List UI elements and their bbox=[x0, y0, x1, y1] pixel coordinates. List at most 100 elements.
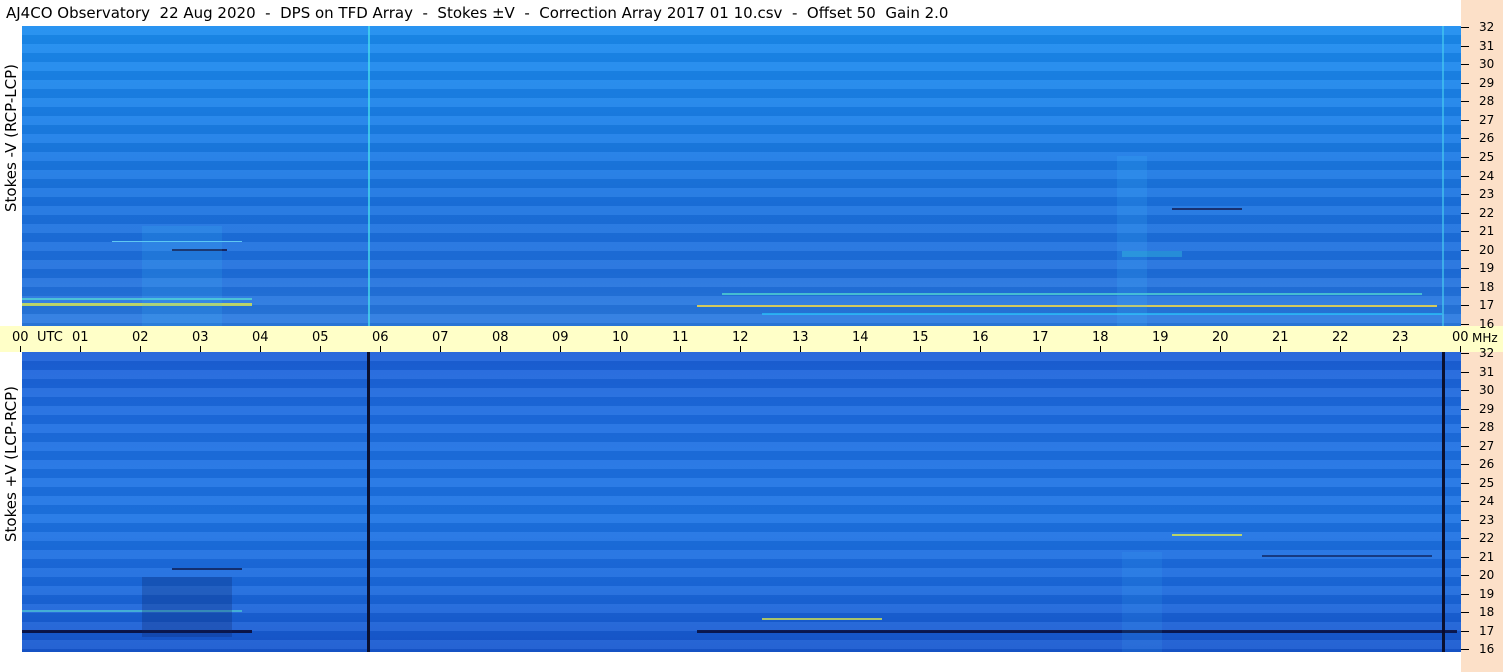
freq-tick-mark bbox=[1461, 268, 1469, 270]
utc-tick-label: 00 bbox=[1452, 330, 1469, 345]
utc-tick-mark bbox=[560, 346, 561, 352]
freq-tick-mark bbox=[1461, 612, 1469, 613]
freq-tick-mark bbox=[1461, 101, 1469, 103]
freq-tick-mark bbox=[1461, 575, 1469, 576]
freq-tick-mark bbox=[1461, 64, 1469, 66]
freq-tick-mark bbox=[1461, 630, 1469, 632]
freq-tick-mark bbox=[1461, 427, 1469, 428]
freq-tick-label: 32 bbox=[1479, 20, 1495, 34]
freq-tick-mark bbox=[1461, 390, 1469, 391]
freq-tick-label: 21 bbox=[1479, 224, 1495, 239]
spectrogram-top bbox=[22, 26, 1461, 326]
freq-tick-label: 23 bbox=[1479, 187, 1495, 202]
freq-tick-mark bbox=[1461, 324, 1469, 325]
freq-axis-bottom: 32 31 30 29 28 27 26 25 24 23 22 21 20 19 18 17 16 bbox=[1461, 346, 1503, 672]
utc-unit-label: UTC bbox=[37, 330, 63, 345]
freq-tick-label: 16 bbox=[1479, 317, 1495, 331]
utc-tick-mark bbox=[1340, 346, 1341, 352]
freq-tick-label: 26 bbox=[1479, 457, 1495, 471]
utc-tick-label: 13 bbox=[792, 330, 809, 345]
freq-tick-mark bbox=[1461, 519, 1469, 521]
spectrogram-top-features bbox=[22, 26, 1444, 326]
freq-tick-mark bbox=[1461, 175, 1469, 177]
freq-tick-mark bbox=[1461, 649, 1469, 650]
vertical-line-bottom bbox=[367, 352, 370, 652]
freq-tick-label: 30 bbox=[1479, 383, 1495, 397]
freq-tick-label: 22 bbox=[1479, 531, 1495, 545]
utc-tick-mark bbox=[800, 346, 801, 352]
freq-tick-label: 28 bbox=[1479, 94, 1495, 109]
freq-tick-label: 32 bbox=[1479, 346, 1495, 360]
freq-tick-label: 20 bbox=[1479, 242, 1495, 257]
utc-tick-label: 07 bbox=[432, 330, 449, 345]
freq-tick-label: 26 bbox=[1479, 131, 1495, 146]
vertical-line-bottom-right bbox=[1442, 352, 1445, 652]
utc-tick-label: 05 bbox=[312, 330, 329, 345]
utc-tick-mark bbox=[620, 346, 621, 352]
utc-tick-label: 10 bbox=[612, 330, 629, 345]
utc-tick-mark bbox=[140, 346, 141, 352]
utc-tick-mark bbox=[80, 346, 81, 352]
utc-tick-label: 00 bbox=[12, 330, 29, 345]
freq-tick-mark bbox=[1461, 501, 1469, 502]
freq-tick-label: 17 bbox=[1479, 623, 1495, 638]
utc-tick-label: 21 bbox=[1272, 330, 1289, 345]
freq-tick-mark bbox=[1461, 231, 1469, 233]
freq-tick-label: 29 bbox=[1479, 75, 1495, 90]
freq-tick-label: 19 bbox=[1479, 261, 1495, 276]
utc-tick-label: 08 bbox=[492, 330, 509, 345]
freq-tick-mark bbox=[1461, 82, 1469, 84]
freq-tick-mark bbox=[1461, 482, 1469, 484]
utc-tick-mark bbox=[200, 346, 201, 352]
utc-tick-label: 22 bbox=[1332, 330, 1349, 345]
freq-tick-mark bbox=[1461, 593, 1469, 595]
utc-tick-mark bbox=[680, 346, 681, 352]
utc-tick-mark bbox=[740, 346, 741, 352]
freq-tick-label: 23 bbox=[1479, 512, 1495, 527]
freq-tick-mark bbox=[1461, 138, 1469, 140]
freq-tick-mark bbox=[1461, 119, 1469, 121]
vertical-line-top-right bbox=[1442, 26, 1444, 326]
freq-tick-mark bbox=[1461, 194, 1469, 196]
freq-axis-top: 32 31 30 29 28 27 26 25 24 23 22 21 20 19 18 17 16 bbox=[1461, 0, 1503, 331]
freq-tick-label: 30 bbox=[1479, 57, 1495, 72]
freq-tick-label: 19 bbox=[1479, 586, 1495, 601]
utc-tick-mark bbox=[500, 346, 501, 352]
utc-tick-mark bbox=[1100, 346, 1101, 352]
utc-tick-mark bbox=[1220, 346, 1221, 352]
freq-tick-label: 27 bbox=[1479, 112, 1495, 127]
freq-tick-label: 25 bbox=[1479, 149, 1495, 164]
utc-tick-mark bbox=[440, 346, 441, 352]
utc-tick-label: 15 bbox=[912, 330, 929, 345]
freq-tick-mark bbox=[1461, 353, 1469, 354]
utc-tick-mark bbox=[860, 346, 861, 352]
utc-tick-label: 12 bbox=[732, 330, 749, 345]
freq-tick-mark bbox=[1461, 45, 1469, 47]
utc-tick-label: 03 bbox=[192, 330, 209, 345]
utc-tick-mark bbox=[980, 346, 981, 352]
utc-tick-label: 01 bbox=[72, 330, 89, 345]
panel-top-label: Stokes -V (RCP-LCP) bbox=[2, 64, 20, 212]
utc-tick-mark bbox=[260, 346, 261, 352]
utc-tick-mark bbox=[320, 346, 321, 352]
freq-tick-mark bbox=[1461, 556, 1469, 558]
freq-tick-mark bbox=[1461, 156, 1469, 158]
freq-tick-label: 16 bbox=[1479, 642, 1495, 656]
freq-tick-label: 31 bbox=[1479, 38, 1495, 53]
utc-tick-mark bbox=[380, 346, 381, 352]
freq-tick-label: 21 bbox=[1479, 549, 1495, 564]
freq-tick-label: 24 bbox=[1479, 494, 1495, 508]
chart-title: AJ4CO Observatory 22 Aug 2020 - DPS on T… bbox=[6, 4, 949, 22]
freq-tick-label: 28 bbox=[1479, 420, 1495, 434]
freq-tick-mark bbox=[1461, 305, 1469, 307]
freq-tick-label: 20 bbox=[1479, 568, 1495, 582]
freq-tick-label: 22 bbox=[1479, 205, 1495, 220]
freq-unit-label: MHz bbox=[1472, 331, 1498, 345]
utc-tick-label: 19 bbox=[1152, 330, 1169, 345]
utc-tick-label: 04 bbox=[252, 330, 269, 345]
freq-tick-label: 18 bbox=[1479, 605, 1495, 619]
freq-tick-label: 24 bbox=[1479, 168, 1495, 183]
freq-tick-label: 31 bbox=[1479, 364, 1495, 379]
utc-tick-label: 06 bbox=[372, 330, 389, 345]
utc-tick-label: 23 bbox=[1392, 330, 1409, 345]
